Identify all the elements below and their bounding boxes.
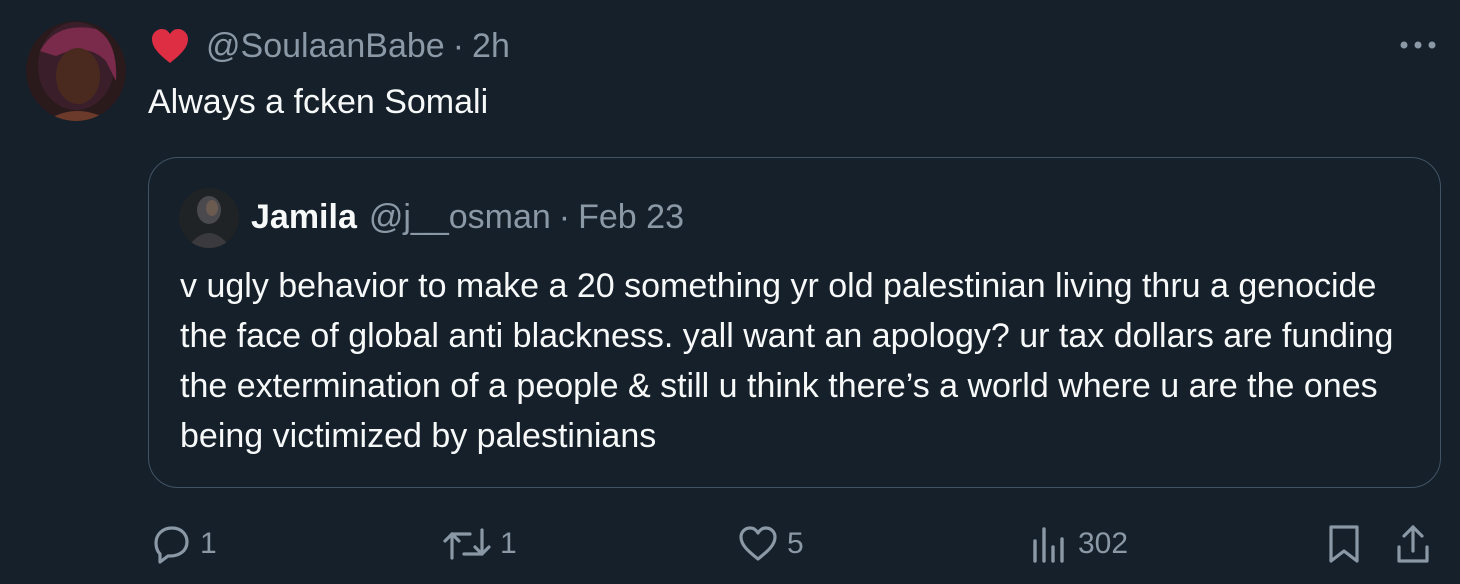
quoted-tweet-header: Jamila @j__osman · Feb 23 [251, 195, 684, 239]
views-chart-icon [1033, 527, 1064, 563]
more-options-button[interactable] [1396, 30, 1440, 60]
heart-icon [739, 526, 777, 561]
quoted-tweet[interactable]: Jamila @j__osman · Feb 23 v ugly behavio… [148, 157, 1441, 488]
share-icon [1397, 525, 1429, 563]
separator-dot: · [558, 197, 571, 236]
quoted-author-avatar[interactable] [179, 188, 239, 248]
repost-button[interactable]: 1 [442, 522, 517, 566]
quoted-tweet-date[interactable]: Feb 23 [578, 198, 684, 237]
separator-dot: · [452, 26, 465, 65]
tweet[interactable]: @SoulaanBabe · 2h Always a fcken Somali … [0, 0, 1460, 584]
author-avatar[interactable] [26, 21, 126, 121]
repost-icon [443, 528, 491, 560]
views-button[interactable]: 302 [1030, 522, 1128, 566]
quoted-author-handle[interactable]: @j__osman [369, 198, 551, 237]
reply-icon [154, 526, 189, 564]
reply-button[interactable]: 1 [150, 522, 217, 566]
tweet-time[interactable]: 2h [472, 27, 510, 66]
quoted-author-name[interactable]: Jamila [251, 198, 357, 237]
like-count: 5 [787, 527, 804, 560]
tweet-text: Always a fcken Somali [148, 83, 489, 121]
view-count: 302 [1078, 527, 1129, 560]
like-button[interactable]: 5 [737, 522, 804, 566]
red-heart-emoji-icon [152, 29, 188, 63]
author-handle[interactable]: @SoulaanBabe [206, 27, 445, 66]
tweet-header: @SoulaanBabe · 2h [150, 24, 510, 68]
quoted-tweet-text: v ugly behavior to make a 20 something y… [180, 267, 1394, 455]
repost-count: 1 [500, 527, 517, 560]
more-dots-icon [1400, 41, 1436, 49]
bookmark-icon [1329, 525, 1359, 563]
share-button[interactable] [1395, 522, 1431, 566]
bookmark-button[interactable] [1326, 522, 1362, 566]
reply-count: 1 [200, 527, 217, 560]
